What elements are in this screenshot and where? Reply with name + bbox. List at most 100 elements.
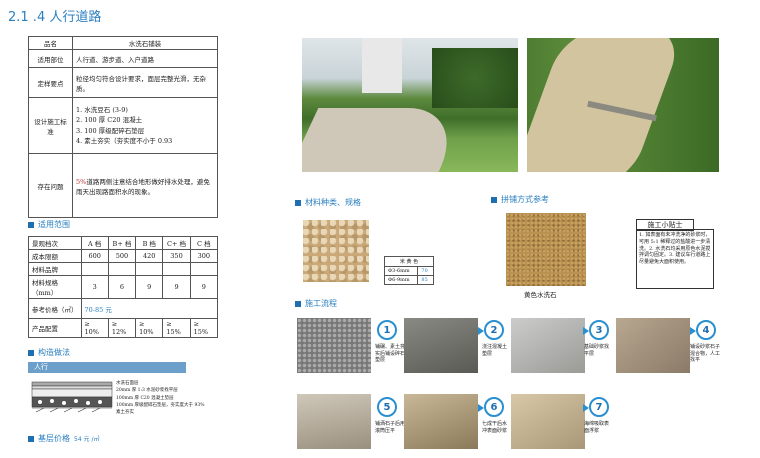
scope-cell (107, 262, 137, 276)
step-arrow-icon (583, 327, 589, 335)
scope-cell: 350 (162, 249, 191, 263)
section-square-icon (295, 199, 301, 206)
layer-label: 100mm 厚级配碎石垫层，夯实度大于 93% (116, 402, 205, 408)
step-1-caption: 铺碾、素土夯实后铺设碎石垫层 (375, 344, 406, 363)
step-2-caption: 浇注混凝土垫层 (482, 344, 508, 357)
construction-bar: 人行 (28, 362, 186, 373)
step-arrow-icon (478, 404, 484, 412)
garden-path-photo-1 (302, 38, 518, 172)
scope-cell: 材料规格（mm） (28, 275, 82, 299)
step-6-caption: 七成干后水冲表面砂浆 (482, 421, 508, 434)
step-4-caption: 铺设砂浆石子混合物，人工找平 (690, 344, 721, 363)
spec-label-sample: 定样要点 (28, 67, 73, 98)
spec-standard-line-1: 1. 水洗豆石 (3-9) (76, 105, 128, 114)
step-4-photo (616, 318, 690, 373)
tips-text: 1. 如表面有未冲洗净的砂浆时，可用 5:1 稀释过的盐酸进一步清洗。2. 水洗… (636, 229, 714, 289)
step-2-photo (404, 318, 478, 373)
scope-section-heading: 适用范围 (28, 219, 70, 230)
scope-cell (162, 262, 191, 276)
layer-label: 20mm 厚 1:3 水泥砂浆找平层 (116, 388, 178, 394)
base-price-value: 54 元 /㎡ (74, 436, 100, 443)
gravel-sample-photo (303, 220, 369, 282)
scope-cell: 9 (135, 275, 164, 299)
step-2-number: 2 (484, 320, 504, 340)
page-title: 2.1 .4 人行道路 (8, 10, 102, 25)
pattern-caption: 黄色水洗石 (524, 291, 557, 299)
flow-section-heading: 施工流程 (295, 298, 337, 309)
scope-price-value: 70-85 元 (80, 298, 219, 319)
scope-cell: 500 (107, 249, 137, 263)
materials-cell: Φ6-9mm (383, 275, 419, 285)
scope-cell: 材料品牌 (28, 262, 82, 276)
step-arrow-icon (478, 327, 484, 335)
scope-cell: 600 (80, 249, 109, 263)
spec-standard-line-3: 3. 100 厚级配碎石垫层 (76, 126, 145, 135)
spec-value-sample: 粒径均匀符合设计要求，面层完整光滑，无杂质。 (72, 67, 218, 98)
materials-cell: Φ3-6mm (383, 266, 419, 276)
scope-col-5: C 档 (189, 236, 219, 250)
spec-standard-line-4: 4. 素土夯实（夯实度不小于 0.93 (76, 136, 173, 145)
spec-issue-mark: 5% (76, 177, 87, 186)
scope-col-1: A 档 (80, 236, 109, 250)
step-5-number: 5 (377, 397, 397, 417)
construction-section-drawing (31, 381, 113, 413)
base-price: 基层价格 54 元 /㎡ (28, 433, 99, 444)
garden-path-photo-2 (527, 38, 719, 172)
spec-value-scope: 人行道、游步道、入户道路 (72, 49, 218, 68)
scope-cell: 9 (162, 275, 191, 299)
layer-label: 水洗石面层 (116, 381, 139, 386)
scope-cell: ≥ 15% (189, 318, 219, 338)
scope-cell: 300 (189, 249, 219, 263)
pattern-section-heading: 拼铺方式参考 (491, 194, 549, 205)
materials-section-heading: 材料种类、规格 (295, 197, 361, 208)
scope-col-3: B 档 (135, 236, 164, 250)
section-square-icon (295, 300, 301, 307)
materials-cell: 70 (417, 266, 434, 276)
scope-cell: 420 (135, 249, 164, 263)
section-square-icon (28, 221, 34, 228)
scope-col-4: C+ 档 (162, 236, 191, 250)
step-1-number: 1 (377, 320, 397, 340)
step-4-number: 4 (696, 320, 716, 340)
scope-cell: ≥ 15% (162, 318, 191, 338)
pattern-title: 拼铺方式参考 (501, 195, 549, 204)
scope-title: 适用范围 (38, 220, 70, 229)
construction-section-heading: 构造做法 (28, 347, 70, 358)
scope-cell (189, 262, 219, 276)
scope-cell: 3 (80, 275, 109, 299)
materials-cell: 85 (417, 275, 434, 285)
scope-cell: ≥ 12% (107, 318, 137, 338)
base-price-label: 基层价格 (38, 434, 70, 443)
flow-title: 施工流程 (305, 299, 337, 308)
materials-title: 材料种类、规格 (305, 198, 361, 207)
spec-value-issues: 道路两侧注意结合地形做好排水处理，避免雨天出现路面积水的现象。 (76, 177, 210, 196)
step-arrow-icon (690, 327, 696, 335)
scope-cell: 产品配置 (28, 318, 82, 338)
scope-cell (80, 262, 109, 276)
scope-cell: 9 (189, 275, 219, 299)
step-7-photo (511, 394, 585, 449)
layer-label: 素土夯实 (116, 410, 134, 416)
construction-title: 构造做法 (38, 348, 70, 357)
step-7-number: 7 (589, 397, 609, 417)
step-7-caption: 海绵吸取表面浮浆 (584, 421, 610, 434)
materials-table-title: 米 黄 色 (384, 256, 434, 267)
spec-label-scope: 适用部位 (28, 49, 73, 68)
step-1-photo (297, 318, 371, 373)
step-3-photo (511, 318, 585, 373)
scope-cell: ≥ 10% (135, 318, 164, 338)
layer-label: 100mm 厚 C20 混凝土垫层 (116, 395, 174, 401)
step-5-photo (297, 394, 371, 449)
step-arrow-icon (583, 404, 589, 412)
materials-table: 米 黄 色 Φ3-6mm 70 Φ6-9mm 85 (383, 256, 434, 285)
scope-table: 景观档次 A 档 B+ 档 B 档 C+ 档 C 档 成本限额 600 500 … (28, 236, 219, 338)
scope-col-0: 景观档次 (28, 236, 82, 250)
spec-label-standard: 设计施工标准 (28, 97, 73, 154)
spec-label-issues: 存在问题 (28, 153, 73, 218)
scope-cell: 参考价格（㎡） (28, 298, 82, 319)
spec-header-label: 品名 (28, 36, 73, 50)
section-square-icon (28, 349, 34, 356)
scope-col-2: B+ 档 (107, 236, 137, 250)
spec-header-value: 水洗石铺装 (72, 36, 218, 50)
spec-table: 品名 水洗石铺装 适用部位 人行道、游步道、入户道路 定样要点 粒径均匀符合设计… (28, 36, 218, 218)
